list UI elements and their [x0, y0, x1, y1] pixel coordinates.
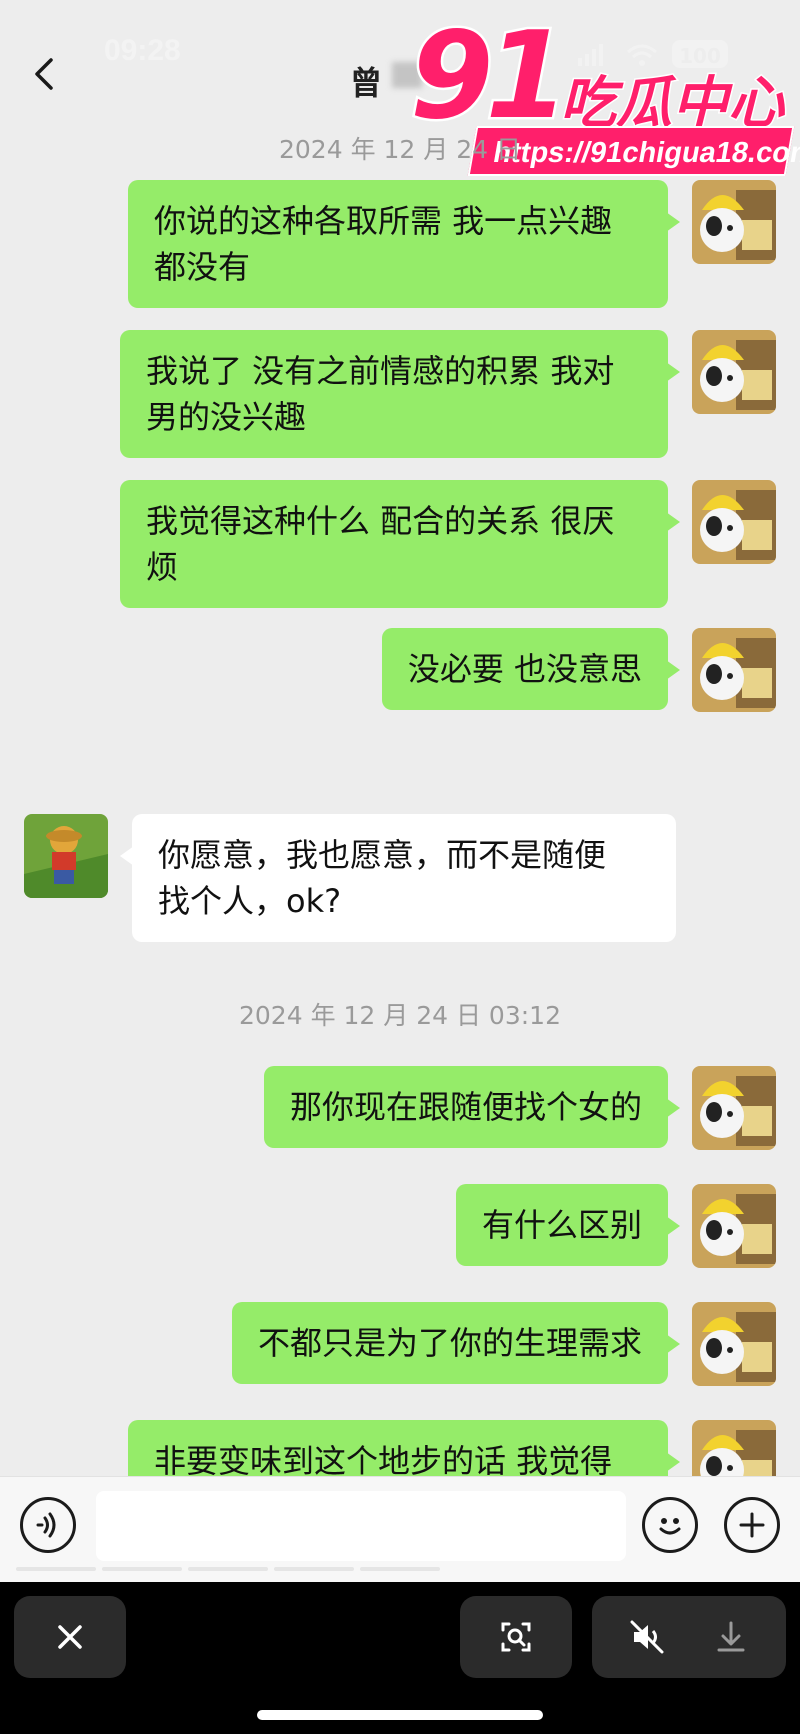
my-message-bubble[interactable]: 非要变味到这个地步的话 我觉得	[128, 1420, 680, 1476]
input-bar	[0, 1476, 800, 1582]
my-avatar[interactable]	[692, 330, 776, 414]
home-indicator	[257, 1710, 543, 1720]
my-message-bubble[interactable]: 你说的这种各取所需 我一点兴趣 都没有	[128, 180, 680, 308]
chevron-left-icon	[35, 58, 53, 90]
my-message-bubble[interactable]: 我觉得这种什么 配合的关系 很厌 烦	[120, 480, 680, 608]
mute-button[interactable]	[628, 1618, 666, 1660]
my-avatar[interactable]	[692, 180, 776, 264]
more-button[interactable]	[724, 1497, 780, 1553]
message-line: 烦	[146, 548, 179, 586]
scan-button[interactable]	[460, 1596, 572, 1678]
message-line: 找个人，ok?	[158, 882, 342, 920]
my-message-bubble[interactable]: 不都只是为了你的生理需求	[231, 1302, 681, 1384]
message-line: 你说的这种各取所需 我一点兴趣	[154, 202, 613, 240]
emoji-icon	[659, 1518, 681, 1535]
message-line: 我觉得这种什么 配合的关系 很厌	[146, 502, 615, 540]
message-line: 都没有	[154, 248, 251, 286]
download-icon	[717, 1621, 745, 1652]
my-avatar[interactable]	[692, 1066, 776, 1150]
message-line: 非要变味到这个地步的话 我觉得	[154, 1442, 613, 1476]
plus-icon	[739, 1512, 765, 1538]
message-line: 男的没兴趣	[146, 398, 307, 436]
close-icon	[58, 1625, 82, 1649]
voice-icon	[36, 1512, 56, 1538]
my-avatar[interactable]	[692, 1302, 776, 1386]
media-controls	[592, 1596, 786, 1678]
timestamp: 2024 年 12 月 24 日	[279, 135, 521, 164]
my-avatar[interactable]	[692, 480, 776, 564]
status-time: 09:28	[104, 34, 181, 67]
mute-icon	[630, 1620, 664, 1654]
back-button[interactable]	[28, 56, 64, 92]
message-line: 没必要 也没意思	[407, 650, 642, 688]
scan-icon	[501, 1622, 531, 1652]
contact-avatar[interactable]	[24, 814, 108, 898]
voice-button[interactable]	[20, 1497, 76, 1553]
message-line: 那你现在跟随便找个女的	[289, 1088, 642, 1126]
close-button[interactable]	[14, 1596, 126, 1678]
my-message-bubble[interactable]: 那你现在跟随便找个女的	[263, 1066, 681, 1148]
message-line: 你愿意，我也愿意，而不是随便	[158, 836, 607, 874]
emoji-button[interactable]	[642, 1497, 698, 1553]
chat-area[interactable]: 2024 年 12 月 24 日 你说的这种各取所需 我一点兴趣 都没有 我说了…	[0, 120, 800, 1476]
my-avatar[interactable]	[692, 1420, 776, 1476]
chat-title: 曾	[350, 64, 383, 102]
timestamp: 2024 年 12 月 24 日 03:12	[239, 1001, 561, 1030]
my-message-bubble[interactable]: 没必要 也没意思	[381, 628, 681, 710]
message-line: 我说了 没有之前情感的积累 我对	[146, 352, 615, 390]
my-message-bubble[interactable]: 我说了 没有之前情感的积累 我对 男的没兴趣	[120, 330, 680, 458]
message-line: 有什么区别	[481, 1206, 642, 1244]
contact-message-bubble[interactable]: 你愿意，我也愿意，而不是随便 找个人，ok?	[120, 814, 676, 942]
my-message-bubble[interactable]: 有什么区别	[455, 1184, 681, 1266]
message-line: 不都只是为了你的生理需求	[257, 1324, 642, 1362]
my-avatar[interactable]	[692, 628, 776, 712]
story-progress	[16, 1567, 440, 1571]
message-input[interactable]	[96, 1491, 626, 1561]
download-button[interactable]	[712, 1618, 750, 1660]
my-avatar[interactable]	[692, 1184, 776, 1268]
viewer-toolbar	[0, 1582, 800, 1734]
